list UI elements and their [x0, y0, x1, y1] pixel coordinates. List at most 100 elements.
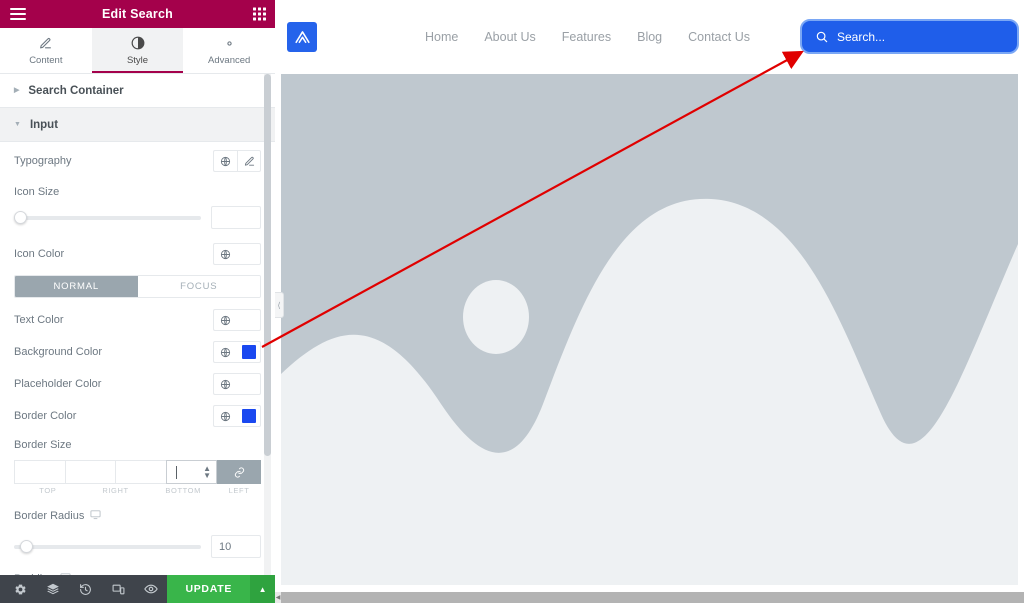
eye-icon[interactable] — [135, 575, 168, 603]
scrollbar-thumb[interactable] — [264, 74, 271, 456]
tab-style-label: Style — [126, 54, 149, 66]
side-label-top: TOP — [39, 486, 57, 495]
hamburger-icon[interactable] — [10, 8, 26, 20]
border-size-right-input[interactable] — [64, 460, 115, 484]
tab-content[interactable]: Content — [0, 28, 92, 73]
panel-footer: UPDATE ▲ — [0, 575, 276, 603]
globe-icon[interactable] — [213, 309, 237, 331]
placeholder-color-swatch[interactable] — [237, 373, 261, 395]
unit-percent[interactable]: % — [253, 574, 261, 575]
text-color-label: Text Color — [14, 314, 64, 326]
search-icon — [816, 31, 828, 42]
unit-px[interactable]: PX — [217, 574, 228, 575]
scroll-left-arrow-icon[interactable]: ◀ — [275, 592, 281, 603]
preview-horizontal-scrollbar[interactable] — [281, 592, 1024, 603]
border-size-top-input[interactable] — [14, 460, 65, 484]
section-search-container-label: Search Container — [28, 84, 124, 97]
icon-color-label: Icon Color — [14, 248, 65, 260]
responsive-icon[interactable] — [102, 575, 135, 603]
panel-collapse-handle[interactable]: ⟨ — [275, 292, 284, 318]
nav-item-features[interactable]: Features — [562, 30, 611, 44]
border-color-swatch[interactable] — [237, 405, 261, 427]
history-icon[interactable] — [69, 575, 102, 603]
desktop-icon[interactable] — [90, 509, 101, 523]
state-toggle: NORMAL FOCUS — [14, 275, 261, 298]
globe-icon[interactable] — [213, 243, 237, 265]
panel-body: ▶ Search Container ▼ Input Typography Ic… — [0, 74, 275, 575]
control-icon-color: Icon Color — [14, 237, 261, 271]
slider-track — [14, 215, 201, 220]
border-size-inputs: ▲ ▼ — [14, 460, 261, 484]
control-padding: Padding PX EM % — [14, 566, 261, 575]
padding-units: PX EM % — [217, 574, 261, 575]
control-border-radius: Border Radius — [14, 499, 261, 533]
caret-up-icon[interactable]: ▲ — [250, 575, 276, 603]
panel-tabs: Content Style Advanced — [0, 28, 275, 74]
side-label-right: RIGHT — [102, 486, 129, 495]
spinner-icon[interactable]: ▲ ▼ — [203, 465, 211, 480]
icon-size-input[interactable] — [211, 206, 261, 229]
nav-item-contact-us[interactable]: Contact Us — [688, 30, 750, 44]
slider-knob[interactable] — [14, 211, 27, 224]
side-label-bottom: BOTTOM — [165, 486, 201, 495]
site-preview: Home About Us Features Blog Contact Us S… — [275, 0, 1024, 603]
update-group: UPDATE ▲ — [167, 575, 276, 603]
layers-icon[interactable] — [37, 575, 70, 603]
state-focus[interactable]: FOCUS — [137, 276, 260, 297]
globe-icon[interactable] — [213, 405, 237, 427]
tab-advanced[interactable]: Advanced — [183, 28, 275, 73]
background-color-swatch[interactable] — [237, 341, 261, 363]
typography-edit-icon[interactable] — [237, 150, 261, 172]
border-color-label: Border Color — [14, 410, 77, 422]
border-size-label: Border Size — [14, 439, 72, 451]
globe-icon[interactable] — [213, 373, 237, 395]
border-radius-label: Border Radius — [14, 510, 85, 522]
control-placeholder-color: Placeholder Color — [14, 368, 261, 400]
control-typography: Typography — [14, 142, 261, 180]
panel-scrollbar[interactable] — [264, 74, 271, 575]
tab-style[interactable]: Style — [91, 28, 184, 73]
update-button[interactable]: UPDATE — [167, 575, 251, 603]
border-size-left-input[interactable]: ▲ ▼ — [165, 460, 217, 484]
icon-size-label: Icon Size — [14, 186, 60, 198]
grid-icon[interactable] — [253, 7, 266, 21]
border-radius-input[interactable]: 10 — [211, 535, 261, 558]
border-size-bottom-input[interactable] — [115, 460, 166, 484]
state-normal[interactable]: NORMAL — [15, 276, 138, 297]
control-background-color: Background Color — [14, 336, 261, 368]
section-search-container[interactable]: ▶ Search Container — [0, 74, 275, 108]
site-logo[interactable] — [287, 22, 317, 52]
section-input-label: Input — [29, 118, 59, 131]
hero-section — [281, 74, 1018, 585]
gear-icon — [223, 36, 236, 51]
globe-icon[interactable] — [213, 341, 237, 363]
icon-size-slider[interactable] — [14, 211, 201, 225]
elementor-editor: Edit Search Content Style Advanced ▶ Sea… — [0, 0, 1024, 603]
pencil-icon — [39, 36, 52, 51]
nav-item-home[interactable]: Home — [425, 30, 458, 44]
control-border-color: Border Color — [14, 400, 261, 432]
contrast-icon — [131, 36, 145, 51]
control-border-size: Border Size — [14, 432, 261, 458]
nav-item-blog[interactable]: Blog — [637, 30, 662, 44]
nav-item-about-us[interactable]: About Us — [484, 30, 535, 44]
section-input[interactable]: ▼ Input — [0, 108, 275, 142]
site-header: Home About Us Features Blog Contact Us S… — [275, 0, 1024, 74]
border-size-side-labels: TOP RIGHT BOTTOM LEFT — [14, 486, 261, 495]
control-icon-size: Icon Size — [14, 180, 261, 204]
globe-icon[interactable] — [213, 150, 237, 172]
chevron-down-icon: ▼ — [14, 121, 21, 128]
border-radius-slider[interactable] — [14, 540, 201, 554]
text-cursor — [175, 466, 177, 479]
text-color-swatch[interactable] — [237, 309, 261, 331]
icon-color-swatch[interactable] — [237, 243, 261, 265]
slider-knob[interactable] — [19, 540, 33, 553]
search-placeholder: Search... — [837, 29, 886, 44]
slider-track — [14, 544, 201, 549]
settings-icon[interactable] — [4, 575, 37, 603]
placeholder-color-label: Placeholder Color — [14, 378, 102, 390]
border-size-link-icon[interactable] — [217, 460, 261, 484]
preview-search-box[interactable]: Search... — [800, 19, 1019, 54]
unit-em[interactable]: EM — [235, 574, 248, 575]
desktop-icon[interactable] — [60, 572, 71, 575]
